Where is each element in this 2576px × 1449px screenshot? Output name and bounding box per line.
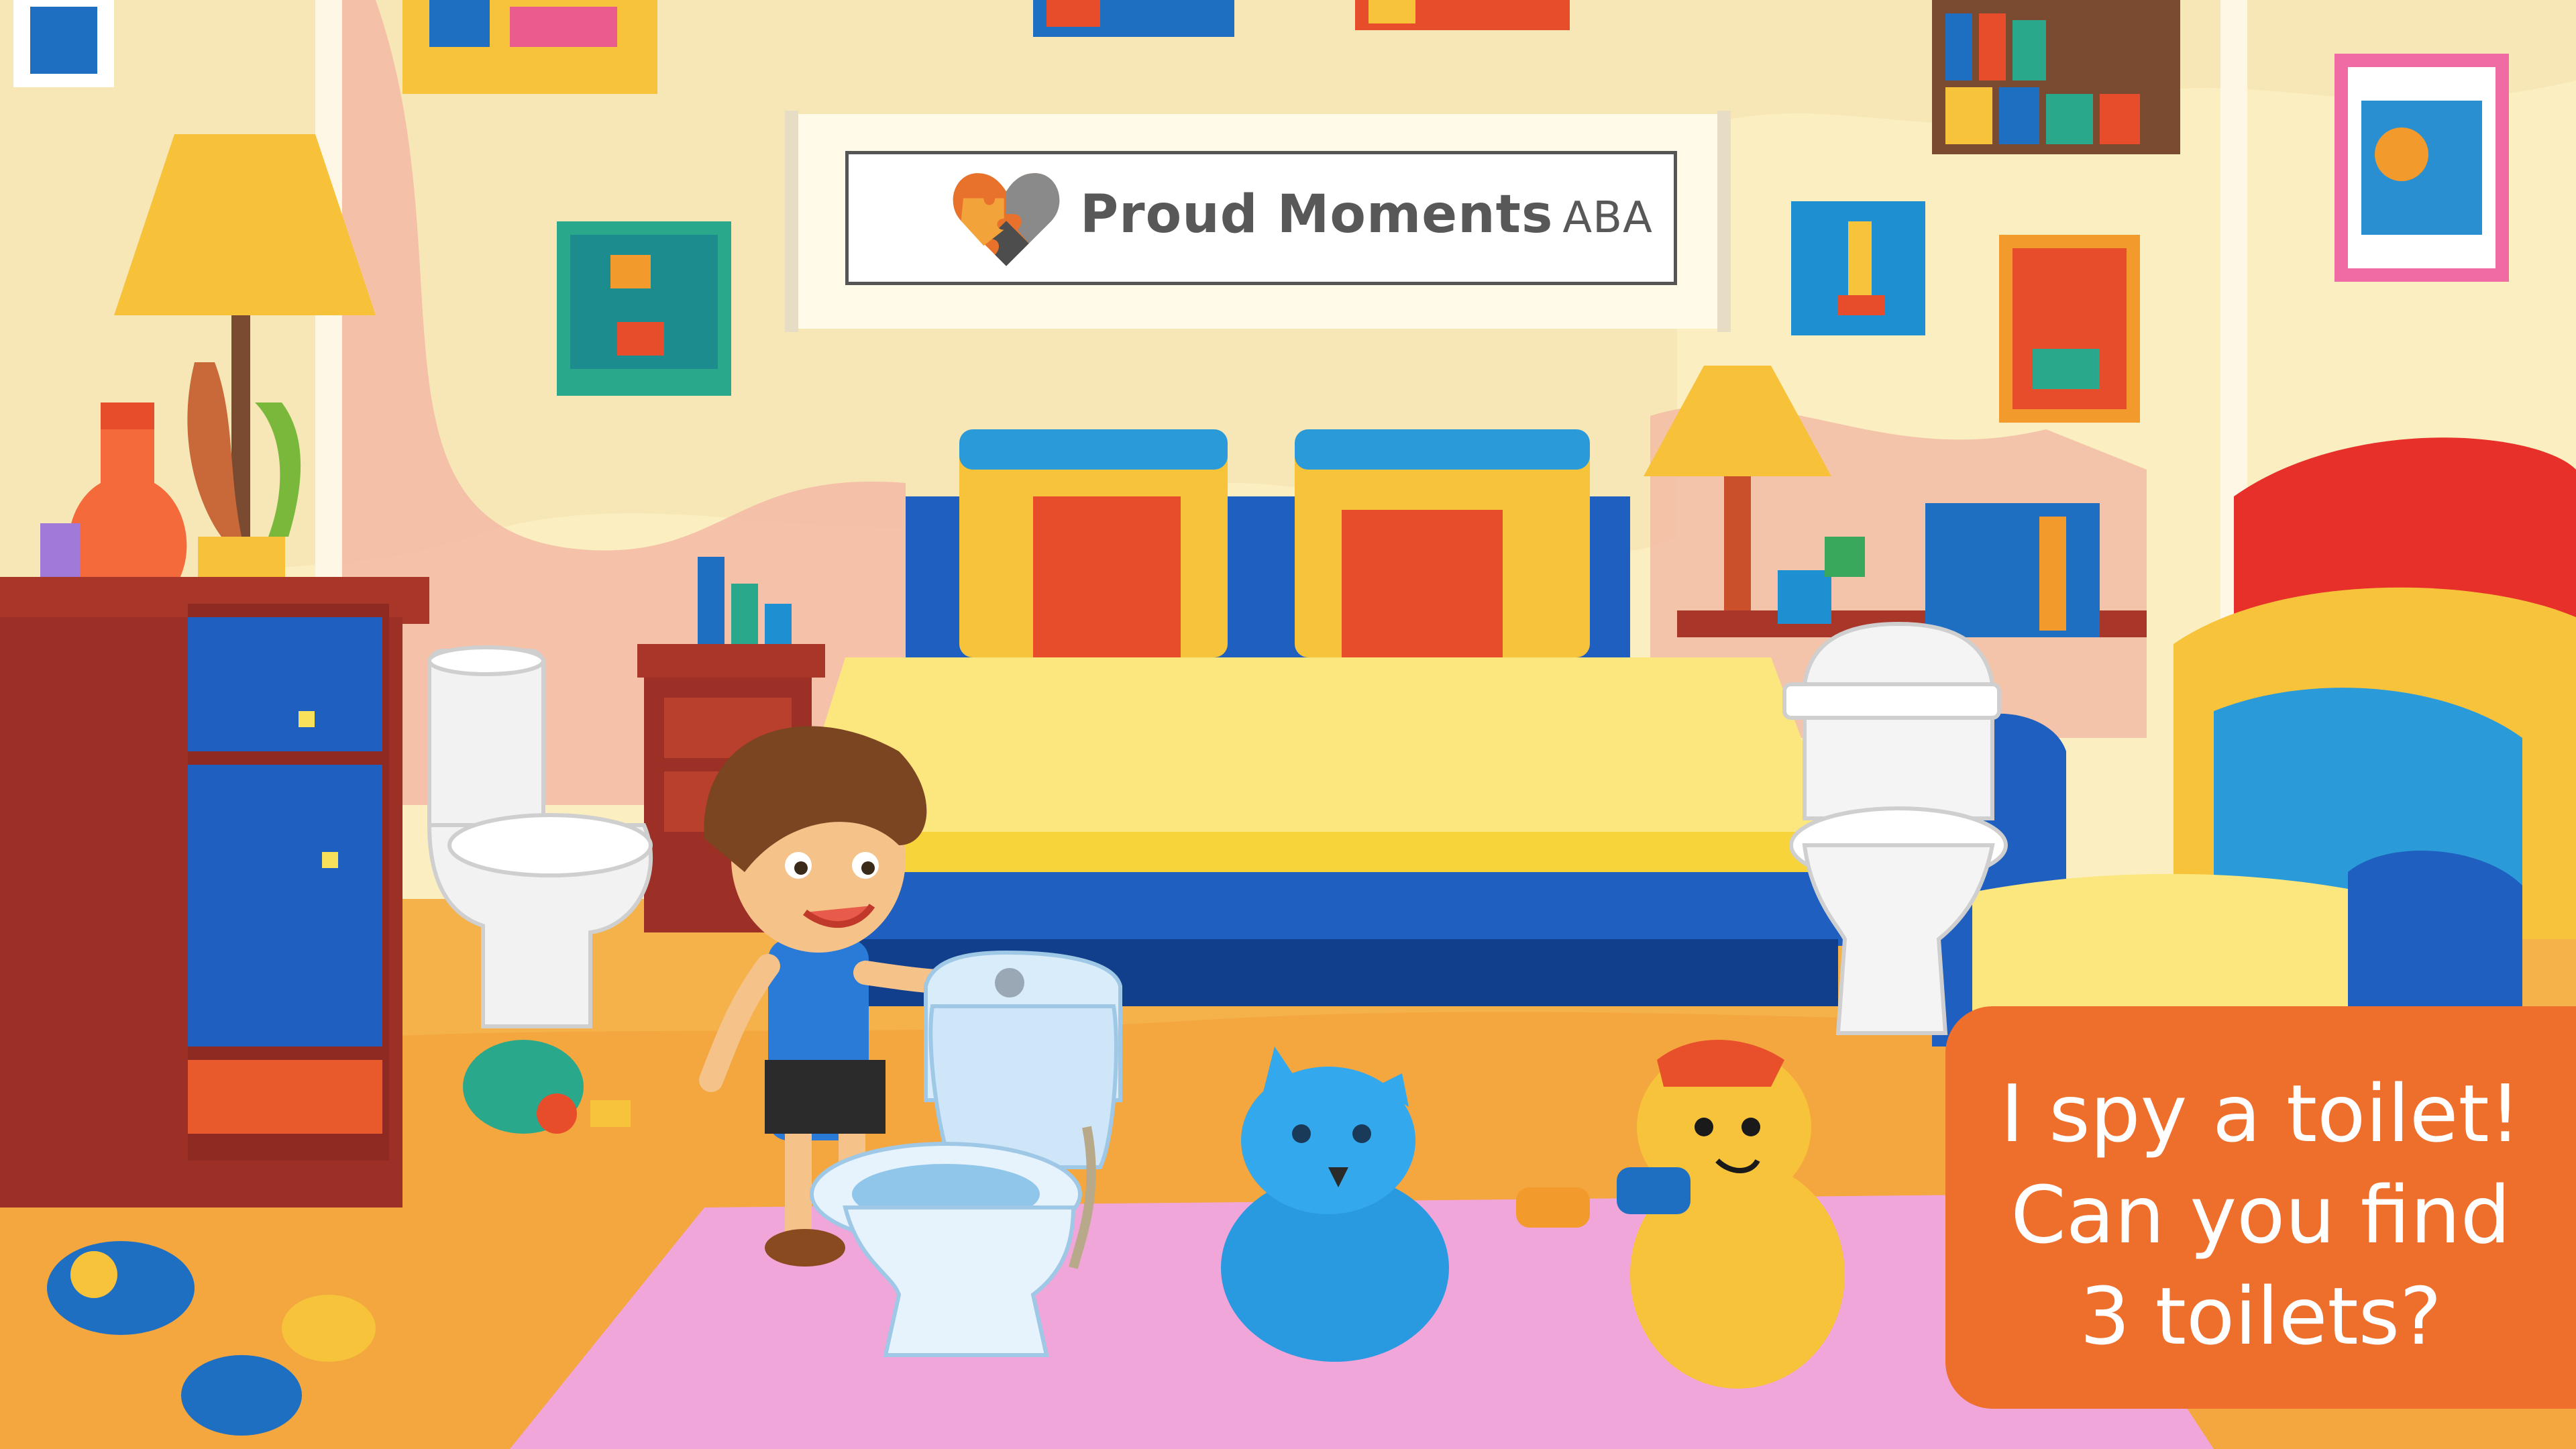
shelf-top-left xyxy=(402,0,657,94)
brand-suffix: ABA xyxy=(1562,193,1653,243)
brand-name: Proud Moments ABA xyxy=(1080,184,1653,245)
prompt-text: I spy a toilet! Can you find 3 toilets? xyxy=(1966,1063,2556,1367)
prompt-line: I spy a toilet! xyxy=(2000,1067,2522,1160)
prompt-line: 3 toilets? xyxy=(2080,1270,2442,1363)
heart-puzzle-icon xyxy=(953,173,1060,266)
prompt-line: Can you find xyxy=(2010,1169,2511,1262)
picture-frame-blue-left xyxy=(557,221,731,396)
picture-frame-orange xyxy=(1999,235,2140,423)
dresser xyxy=(0,577,429,1208)
brand-banner: Proud Moments ABA xyxy=(792,114,1724,329)
picture-frame-blue-right xyxy=(1791,201,1925,335)
brand-title: Proud Moments xyxy=(1080,184,1554,245)
picture-frame-left-top xyxy=(13,0,114,87)
picture-frame-right xyxy=(2334,54,2509,282)
bookshelf-right xyxy=(1932,0,2180,154)
